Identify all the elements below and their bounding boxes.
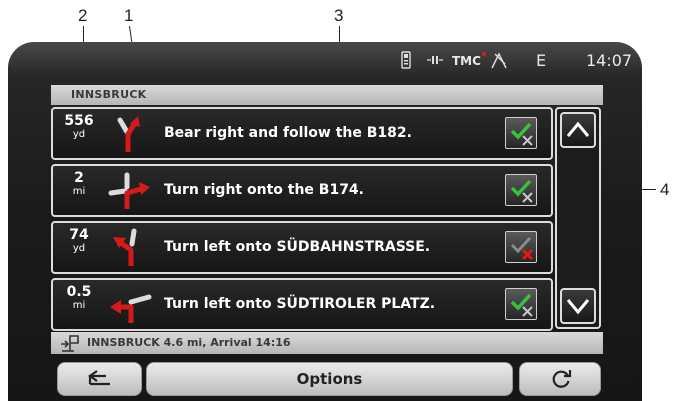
distance-value: 74 — [69, 227, 89, 243]
distance-unit: yd — [72, 129, 86, 140]
route-list: 556 yd Bear right and follow the B182. 2… — [51, 107, 553, 335]
turn-left-arrow-icon — [110, 294, 152, 323]
distance-value: 556 — [64, 113, 94, 129]
destination-icon — [61, 335, 79, 352]
refresh-icon — [552, 370, 572, 388]
breadcrumb: INNSBRUCK — [51, 85, 603, 105]
distance: 0.5 mi — [57, 284, 101, 312]
phone-icon — [401, 51, 411, 69]
bear-right-arrow-icon — [117, 116, 140, 152]
clock: 14:07 — [586, 51, 633, 70]
options-label: Options — [296, 370, 363, 388]
scroll-up-button[interactable] — [560, 112, 596, 148]
avoid-toggle[interactable] — [505, 231, 537, 263]
unchecked-icon — [510, 236, 534, 261]
route-step-row[interactable]: 74 yd Turn left onto SÜDBAHNSTRASSE. — [51, 221, 553, 274]
tmc-icon: TMC — [452, 54, 481, 68]
checkmark-icon — [510, 293, 533, 317]
options-button[interactable]: Options — [146, 362, 513, 396]
callout-1: 1 — [124, 6, 134, 25]
callout-3: 3 — [334, 6, 344, 25]
device-screen: TMC E 14:07 INNSBRUCK 556 yd Bear right … — [8, 42, 642, 401]
instruction-text: Turn right onto the B174. — [164, 182, 364, 198]
callout-2: 2 — [78, 6, 88, 25]
instruction-text: Turn left onto SÜDBAHNSTRASSE. — [164, 239, 431, 255]
gps-satellite-icon — [491, 52, 507, 69]
distance-unit: mi — [72, 186, 86, 197]
distance-unit: yd — [72, 243, 86, 254]
distance-unit: mi — [72, 300, 86, 311]
turn-left-arrow-icon — [113, 228, 137, 266]
checkmark-icon — [510, 179, 533, 203]
avoid-toggle[interactable] — [505, 288, 537, 320]
avoid-toggle[interactable] — [505, 174, 537, 206]
scroll-bar — [555, 107, 601, 329]
route-step-row[interactable]: 556 yd Bear right and follow the B182. — [51, 107, 553, 160]
back-button[interactable] — [57, 362, 142, 396]
distance: 556 yd — [57, 113, 101, 141]
direction-indicator: E — [536, 51, 547, 70]
chevron-up-icon — [566, 121, 590, 137]
instruction-text: Bear right and follow the B182. — [164, 125, 412, 141]
distance: 74 yd — [57, 227, 101, 255]
chevron-down-icon — [566, 299, 590, 315]
checkmark-icon — [510, 122, 533, 146]
route-step-row[interactable]: 2 mi Turn right onto the B174. — [51, 164, 553, 217]
tmc-dot — [482, 52, 486, 56]
turn-right-arrow-icon — [108, 172, 150, 209]
back-icon — [88, 370, 110, 386]
distance: 2 mi — [57, 170, 101, 198]
refresh-button[interactable] — [519, 362, 601, 396]
instruction-text: Turn left onto SÜDTIROLER PLATZ. — [164, 296, 436, 312]
route-info-bar: INNSBRUCK 4.6 mi, Arrival 14:16 — [51, 332, 603, 354]
route-info-text: INNSBRUCK 4.6 mi, Arrival 14:16 — [87, 336, 291, 349]
distance-value: 2 — [74, 170, 84, 186]
battery-icon — [427, 56, 443, 64]
route-step-row[interactable]: 0.5 mi Turn left onto SÜDTIROLER PLATZ. — [51, 278, 553, 331]
status-bar: TMC E 14:07 — [8, 42, 642, 82]
avoid-toggle[interactable] — [505, 117, 537, 149]
scroll-down-button[interactable] — [560, 288, 596, 324]
distance-value: 0.5 — [66, 284, 92, 300]
callout-4: 4 — [660, 180, 670, 199]
